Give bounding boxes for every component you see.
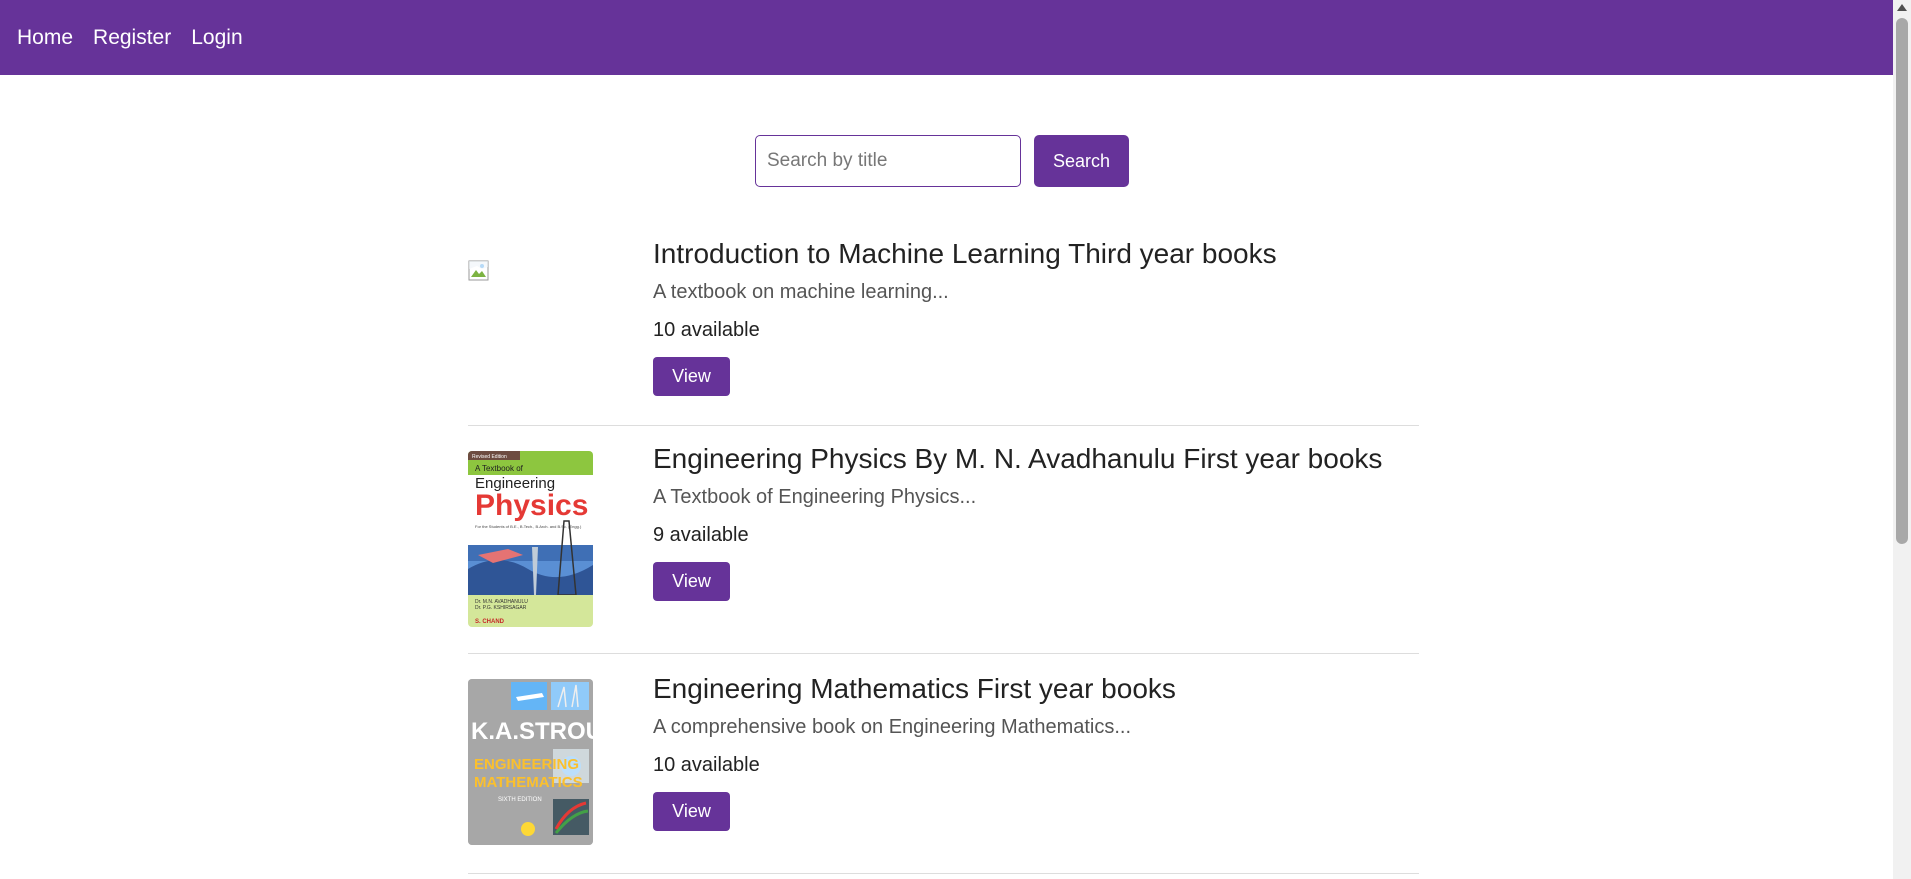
book-description: A comprehensive book on Engineering Math… xyxy=(653,716,1132,738)
view-book-button[interactable]: View xyxy=(653,562,730,601)
book-info: Engineering Mathematics First year books… xyxy=(653,673,1176,831)
book-title: Introduction to Machine Learning Third y… xyxy=(653,238,1277,269)
search-button[interactable]: Search xyxy=(1034,135,1129,187)
page: Home Register Login Search In xyxy=(0,0,1911,879)
cover-authors2-text: Dr. P.G. KSHIRSAGAR xyxy=(475,605,527,611)
cover-sub-text: For the Students of B.E., B.Tech., B.Arc… xyxy=(475,524,582,529)
search-input[interactable] xyxy=(755,135,1021,187)
cover-line1-text: A Textbook of xyxy=(475,464,524,473)
cover-line3-text: Physics xyxy=(475,489,588,522)
book-title: Engineering Mathematics First year books xyxy=(653,673,1176,704)
book-availability: 10 available xyxy=(653,319,760,341)
broken-image-icon xyxy=(468,260,489,281)
cover-line1-text: ENGINEERING xyxy=(474,756,579,773)
cover-line2-text: MATHEMATICS xyxy=(474,774,583,791)
nav-login-link[interactable]: Login xyxy=(191,26,242,50)
book-list: Introduction to Machine Learning Third y… xyxy=(468,220,1419,874)
book-description: A Textbook of Engineering Physics... xyxy=(653,486,977,508)
book-availability: 9 available xyxy=(653,524,749,546)
nav-home-link[interactable]: Home xyxy=(17,26,73,50)
book-info: Engineering Physics By M. N. Avadhanulu … xyxy=(653,443,1382,601)
view-book-button[interactable]: View xyxy=(653,357,730,396)
cover-publisher-text: S. CHAND xyxy=(475,619,505,625)
view-book-button[interactable]: View xyxy=(653,792,730,831)
book-availability: 10 available xyxy=(653,754,760,776)
nav-register-link[interactable]: Register xyxy=(93,26,171,50)
page-scrollbar[interactable] xyxy=(1893,0,1911,879)
book-info: Introduction to Machine Learning Third y… xyxy=(653,238,1277,396)
book-cover-image: Revised Edition A Textbook of Engineerin… xyxy=(468,451,593,627)
cover-edition-text: Revised Edition xyxy=(472,454,507,460)
book-list-item: Revised Edition A Textbook of Engineerin… xyxy=(468,426,1419,654)
book-title: Engineering Physics By M. N. Avadhanulu … xyxy=(653,443,1383,474)
book-list-item: K.A.STROUD ENGINEERING MATHEMATICS SIXTH… xyxy=(468,654,1419,874)
book-cover-image: K.A.STROUD ENGINEERING MATHEMATICS SIXTH… xyxy=(468,679,593,845)
top-navbar: Home Register Login xyxy=(0,0,1893,75)
scroll-up-arrow-icon[interactable] xyxy=(1893,0,1911,17)
cover-edition-text: SIXTH EDITION xyxy=(498,797,542,803)
search-bar: Search xyxy=(755,135,1129,187)
book-list-item: Introduction to Machine Learning Third y… xyxy=(468,220,1419,426)
cover-author-text: K.A.STROUD xyxy=(471,718,593,745)
scrollbar-thumb[interactable] xyxy=(1896,18,1908,544)
book-description: A textbook on machine learning... xyxy=(653,281,949,303)
